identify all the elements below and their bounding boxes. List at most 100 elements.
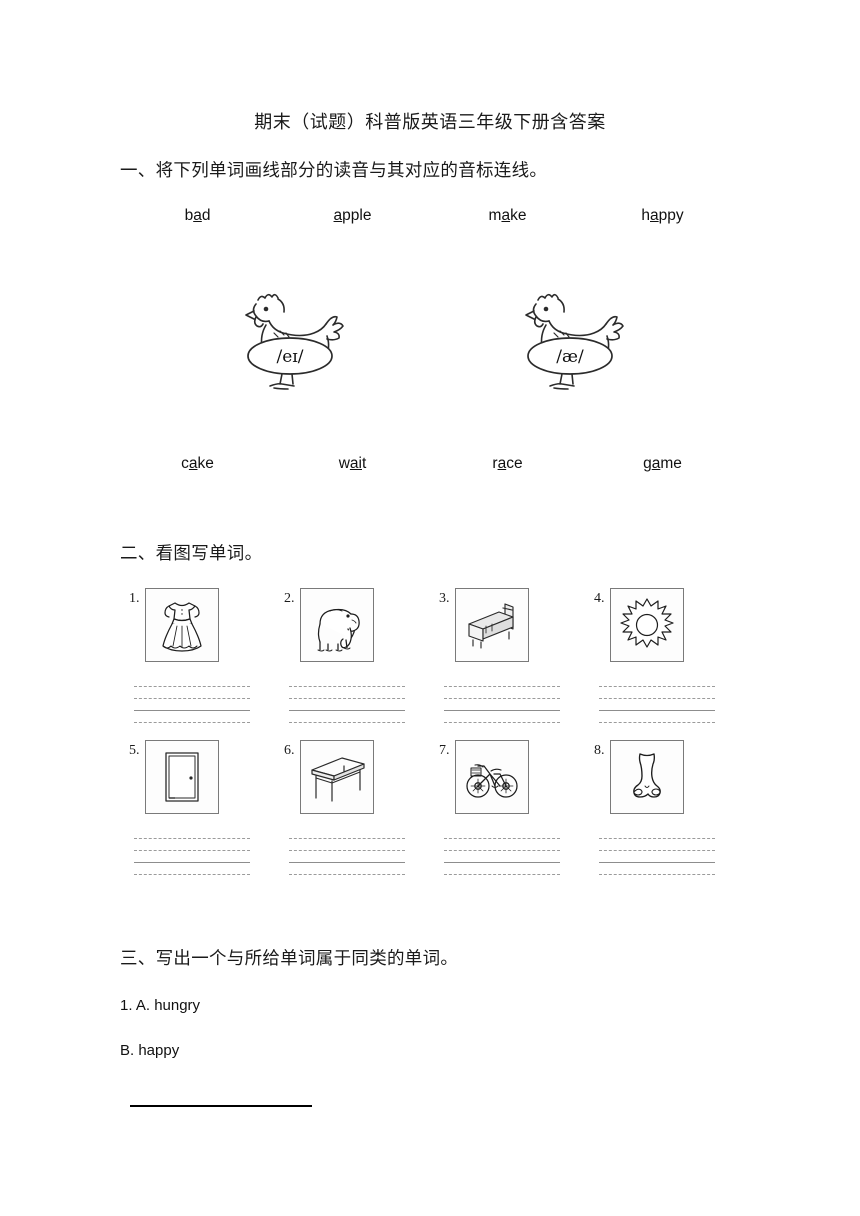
- word-apple: apple: [333, 207, 372, 224]
- picture-number: 4.: [594, 591, 605, 606]
- nose-icon: [632, 753, 661, 798]
- picture-box: [609, 588, 684, 662]
- document-page: 期末（试题）科普版英语三年级下册含答案 一、将下列单词画线部分的读音与其对应的音…: [0, 0, 860, 1216]
- word-cell: make: [430, 207, 585, 225]
- picture-grid-row-1: 1. 2. 3. 4.: [120, 588, 740, 723]
- phonetic-hen-ei: /eɪ/: [230, 278, 350, 398]
- writing-line: [289, 874, 405, 875]
- picture-number: 5.: [129, 743, 140, 758]
- writing-line: [134, 698, 250, 699]
- writing-line: [599, 850, 715, 851]
- writing-lines: [134, 686, 250, 726]
- picture-box: [299, 740, 374, 814]
- picture-number: 3.: [439, 591, 450, 606]
- section-1-heading: 一、将下列单词画线部分的读音与其对应的音标连线。: [120, 160, 548, 180]
- writing-lines: [289, 838, 405, 878]
- writing-line: [444, 874, 560, 875]
- writing-line: [289, 862, 405, 863]
- writing-line: [599, 698, 715, 699]
- question-1-option-a: 1. A. hungry: [120, 997, 201, 1014]
- word-cell: game: [585, 455, 740, 473]
- answer-blank-line[interactable]: [130, 1105, 312, 1107]
- hen-icon: /æ/: [525, 293, 624, 390]
- writing-line: [599, 686, 715, 687]
- writing-line: [444, 686, 560, 687]
- picture-item-6: 6.: [275, 740, 430, 875]
- picture-number: 2.: [284, 591, 295, 606]
- picture-item-4: 4.: [585, 588, 740, 723]
- writing-lines: [599, 686, 715, 726]
- phonetic-symbol-ei: /eɪ/: [277, 347, 304, 367]
- table-icon: [310, 757, 365, 802]
- writing-line: [289, 686, 405, 687]
- picture-item-8: 8.: [585, 740, 740, 875]
- picture-number: 6.: [284, 743, 295, 758]
- writing-line: [134, 862, 250, 863]
- writing-line: [599, 722, 715, 723]
- picture-number: 1.: [129, 591, 140, 606]
- word-happy: happy: [641, 207, 684, 224]
- picture-box: [454, 740, 529, 814]
- writing-line: [289, 710, 405, 711]
- picture-item-3: 3.: [430, 588, 585, 723]
- word-cell: race: [430, 455, 585, 473]
- picture-number: 7.: [439, 743, 450, 758]
- writing-line: [444, 722, 560, 723]
- writing-lines: [289, 686, 405, 726]
- word-cell: bad: [120, 207, 275, 225]
- word-row-top: bad apple make happy: [120, 207, 740, 225]
- writing-line: [444, 838, 560, 839]
- writing-line: [289, 698, 405, 699]
- picture-box: [144, 588, 219, 662]
- elephant-icon: [317, 608, 360, 652]
- writing-line: [134, 850, 250, 851]
- page-title: 期末（试题）科普版英语三年级下册含答案: [254, 112, 606, 132]
- bicycle-icon: [465, 764, 518, 798]
- phonetic-symbol-ae: /æ/: [556, 347, 584, 367]
- writing-line: [134, 710, 250, 711]
- picture-box: [144, 740, 219, 814]
- writing-line: [134, 686, 250, 687]
- writing-line: [134, 722, 250, 723]
- door-icon: [164, 752, 199, 802]
- word-row-bottom: cake wait race game: [120, 455, 740, 473]
- hen-icon: /eɪ/: [245, 293, 344, 390]
- writing-line: [599, 874, 715, 875]
- word-cell: wait: [275, 455, 430, 473]
- writing-line: [444, 698, 560, 699]
- word-cell: cake: [120, 455, 275, 473]
- word-cake: cake: [181, 455, 214, 472]
- question-1-option-b: B. happy: [120, 1042, 180, 1059]
- writing-line: [599, 710, 715, 711]
- dress-icon: [161, 602, 202, 652]
- word-race: race: [492, 455, 523, 472]
- word-make: make: [488, 207, 527, 224]
- word-cell: happy: [585, 207, 740, 225]
- writing-lines: [134, 838, 250, 878]
- writing-line: [289, 838, 405, 839]
- section-2-heading: 二、看图写单词。: [120, 543, 263, 563]
- writing-line: [289, 850, 405, 851]
- word-game: game: [643, 455, 682, 472]
- writing-lines: [599, 838, 715, 878]
- phonetic-hen-ae: /æ/: [510, 278, 630, 398]
- writing-line: [134, 838, 250, 839]
- writing-line: [444, 850, 560, 851]
- writing-lines: [444, 686, 560, 726]
- picture-item-5: 5.: [120, 740, 275, 875]
- writing-line: [444, 710, 560, 711]
- writing-line: [134, 874, 250, 875]
- picture-box: [299, 588, 374, 662]
- sun-icon: [619, 598, 674, 648]
- picture-item-1: 1.: [120, 588, 275, 723]
- bed-icon: [467, 603, 514, 649]
- section-3-heading: 三、写出一个与所给单词属于同类的单词。: [120, 948, 459, 968]
- word-bad: bad: [184, 207, 211, 224]
- writing-line: [599, 862, 715, 863]
- writing-line: [599, 838, 715, 839]
- picture-grid-row-2: 5. 6. 7. 8.: [120, 740, 740, 875]
- picture-number: 8.: [594, 743, 605, 758]
- word-wait: wait: [338, 455, 367, 472]
- picture-box: [454, 588, 529, 662]
- writing-line: [444, 862, 560, 863]
